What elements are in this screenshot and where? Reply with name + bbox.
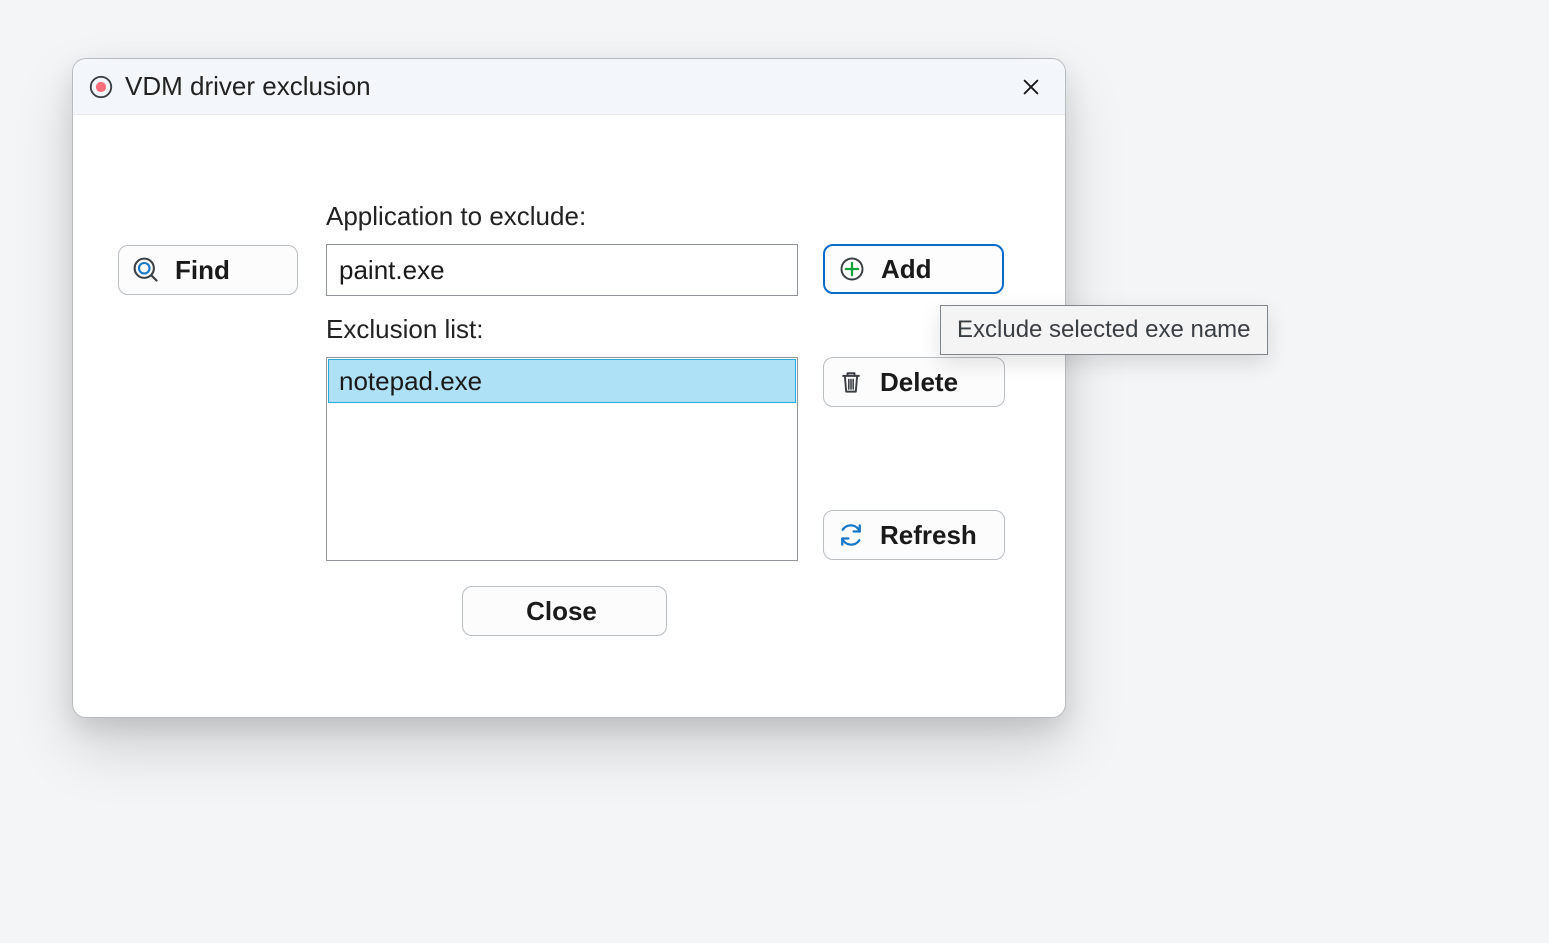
find-button[interactable]: Find bbox=[118, 245, 298, 295]
application-input[interactable] bbox=[326, 244, 798, 296]
application-to-exclude-label: Application to exclude: bbox=[326, 201, 586, 232]
exclusion-listbox[interactable]: notepad.exe bbox=[326, 357, 798, 561]
trash-icon bbox=[836, 367, 866, 397]
add-button-tooltip: Exclude selected exe name bbox=[940, 305, 1268, 355]
add-icon bbox=[837, 254, 867, 284]
delete-button-label: Delete bbox=[880, 367, 958, 398]
search-icon bbox=[131, 255, 161, 285]
add-button-label: Add bbox=[881, 254, 932, 285]
refresh-icon bbox=[836, 520, 866, 550]
vdm-exclusion-dialog: VDM driver exclusion Find Appl bbox=[72, 58, 1066, 718]
exclusion-list-label: Exclusion list: bbox=[326, 314, 484, 345]
close-button[interactable]: Close bbox=[462, 586, 667, 636]
close-button-label: Close bbox=[526, 596, 597, 627]
stage: VDM driver exclusion Find Appl bbox=[0, 0, 1549, 943]
add-button[interactable]: Add bbox=[823, 244, 1004, 294]
delete-button[interactable]: Delete bbox=[823, 357, 1005, 407]
refresh-button-label: Refresh bbox=[880, 520, 977, 551]
window-title: VDM driver exclusion bbox=[125, 71, 371, 102]
record-icon bbox=[87, 73, 115, 101]
window-close-button[interactable] bbox=[1009, 67, 1053, 107]
find-button-label: Find bbox=[175, 255, 230, 286]
dialog-body: Find Application to exclude: Add Exclusi… bbox=[73, 115, 1065, 717]
titlebar: VDM driver exclusion bbox=[73, 59, 1065, 115]
close-icon bbox=[1020, 76, 1042, 98]
tooltip-text: Exclude selected exe name bbox=[957, 316, 1251, 343]
list-item[interactable]: notepad.exe bbox=[328, 359, 796, 403]
refresh-button[interactable]: Refresh bbox=[823, 510, 1005, 560]
